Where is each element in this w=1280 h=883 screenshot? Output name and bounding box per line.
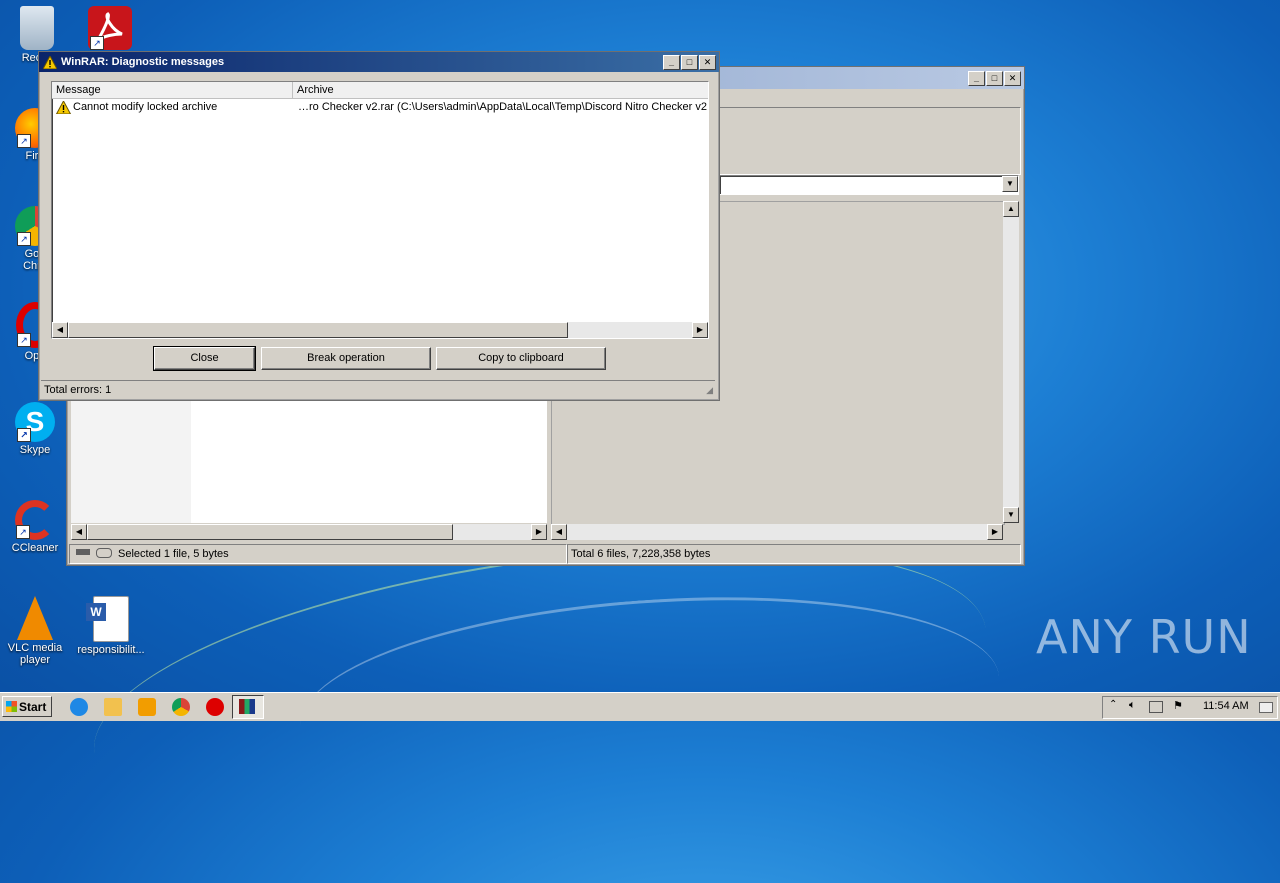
windows-logo-icon <box>6 701 17 712</box>
scroll-down-icon[interactable]: ▼ <box>1003 507 1019 523</box>
right-pane-hscroll[interactable]: ◀ ▶ <box>551 524 1003 540</box>
network-icon[interactable] <box>1149 701 1163 713</box>
desktop-icon-label: CCleaner <box>11 542 59 554</box>
shortcut-arrow-icon: ↗ <box>90 36 104 50</box>
left-pane-hscroll[interactable]: ◀ ▶ <box>71 524 547 540</box>
dialog-title: WinRAR: Diagnostic messages <box>61 56 225 68</box>
taskbar: Start ⌃ 🔈︎ ⚑ 11:54 AM <box>0 692 1280 721</box>
key-icon <box>96 548 112 558</box>
shortcut-arrow-icon: ↗ <box>17 333 31 347</box>
messages-list[interactable]: Message Archive Cannot modify locked arc… <box>51 81 709 339</box>
scroll-right-icon[interactable]: ▶ <box>531 524 547 540</box>
scroll-right-icon[interactable]: ▶ <box>692 322 708 338</box>
status-selected-text: Selected 1 file, 5 bytes <box>118 548 229 560</box>
maximize-button[interactable]: □ <box>681 54 698 70</box>
taskbar-winrar-button[interactable] <box>232 695 264 719</box>
flag-icon[interactable]: ⚑ <box>1173 699 1183 712</box>
drive-icon <box>76 549 90 555</box>
show-desktop-icon[interactable] <box>1259 702 1273 713</box>
resize-grip-icon[interactable]: ◢ <box>706 385 713 396</box>
vlc-icon <box>17 596 53 640</box>
opera-icon[interactable] <box>206 698 224 716</box>
clock[interactable]: 11:54 AM <box>1203 700 1249 712</box>
copy-to-clipboard-button[interactable]: Copy to clipboard <box>436 347 606 370</box>
system-tray: ⌃ 🔈︎ ⚑ 11:54 AM <box>1102 696 1278 719</box>
total-errors-text: Total errors: 1 <box>44 384 112 396</box>
status-bar-right: Total 6 files, 7,228,358 bytes <box>567 544 1021 564</box>
status-bar-left: Selected 1 file, 5 bytes <box>69 544 567 564</box>
info-panel <box>719 107 1021 175</box>
dropdown-arrow-icon[interactable]: ▼ <box>1002 176 1018 192</box>
message-cell: Cannot modify locked archive <box>73 101 218 113</box>
column-header-archive[interactable]: Archive <box>293 82 708 99</box>
scroll-left-icon[interactable]: ◀ <box>52 322 68 338</box>
shortcut-arrow-icon: ↗ <box>17 134 31 148</box>
scroll-thumb[interactable] <box>87 524 453 540</box>
start-label: Start <box>19 700 47 714</box>
close-window-button[interactable]: ✕ <box>1004 70 1021 86</box>
warning-icon <box>56 101 71 114</box>
right-pane-vscroll[interactable]: ▲ ▼ <box>1003 201 1019 523</box>
ccleaner-icon: ↗ <box>15 500 55 540</box>
media-player-icon[interactable] <box>138 698 156 716</box>
archive-cell: …ro Checker v2.rar (C:\Users\admin\AppDa… <box>298 101 708 113</box>
minimize-button[interactable]: _ <box>663 54 680 70</box>
table-row[interactable]: Cannot modify locked archive …ro Checker… <box>52 99 708 117</box>
start-button[interactable]: Start <box>2 696 52 717</box>
diagnostic-dialog: WinRAR: Diagnostic messages _ □ ✕ Messag… <box>38 51 720 401</box>
messages-hscroll[interactable]: ◀ ▶ <box>52 322 708 338</box>
dialog-status-bar: Total errors: 1 ◢ <box>41 380 715 398</box>
desktop-icon-label: Skype <box>19 444 51 456</box>
desktop-icon-label: VLC media player <box>7 642 63 666</box>
desktop-icon-vlc[interactable]: VLC media player <box>0 596 70 666</box>
acrobat-icon: ↗ <box>88 6 132 50</box>
dialog-titlebar: WinRAR: Diagnostic messages _ □ ✕ <box>39 52 719 72</box>
desktop-icon-ccleaner[interactable]: ↗ CCleaner <box>0 500 70 554</box>
column-header-label: Message <box>56 84 101 96</box>
winrar-icon <box>239 699 255 714</box>
scroll-left-icon[interactable]: ◀ <box>71 524 87 540</box>
window-controls: _ □ ✕ <box>663 54 716 70</box>
volume-icon[interactable]: 🔈︎ <box>1129 699 1136 712</box>
window-controls: _ □ ✕ <box>968 70 1021 86</box>
desktop-icon-skype[interactable]: S ↗ Skype <box>0 402 70 456</box>
close-button[interactable]: Close <box>153 346 256 371</box>
break-operation-button[interactable]: Break operation <box>261 347 431 370</box>
ie-icon[interactable] <box>70 698 88 716</box>
scroll-up-icon[interactable]: ▲ <box>1003 201 1019 217</box>
status-total-text: Total 6 files, 7,228,358 bytes <box>571 548 711 560</box>
scroll-right-icon[interactable]: ▶ <box>987 524 1003 540</box>
column-header-label: Archive <box>297 84 334 96</box>
anyrun-watermark: ANY RUN <box>1036 610 1252 664</box>
folder-tree-pane[interactable] <box>71 401 547 523</box>
maximize-button[interactable]: □ <box>986 70 1003 86</box>
scroll-left-icon[interactable]: ◀ <box>551 524 567 540</box>
warning-icon <box>43 55 57 69</box>
path-dropdown[interactable]: ▼ <box>719 175 1019 195</box>
skype-icon: S ↗ <box>15 402 55 442</box>
desktop-icon-acrobat[interactable]: ↗ <box>75 6 145 52</box>
minimize-button[interactable]: _ <box>968 70 985 86</box>
close-window-button[interactable]: ✕ <box>699 54 716 70</box>
chrome-icon[interactable] <box>172 698 190 716</box>
explorer-icon[interactable] <box>104 698 122 716</box>
tray-expand-icon[interactable]: ⌃ <box>1109 699 1117 710</box>
scroll-thumb[interactable] <box>68 322 568 338</box>
desktop-icon-label: responsibilit... <box>77 644 145 656</box>
shortcut-arrow-icon: ↗ <box>17 428 31 442</box>
column-header-message[interactable]: Message <box>52 82 293 99</box>
desktop-icon-word-doc[interactable]: W responsibilit... <box>76 596 146 656</box>
recycle-bin-icon <box>20 6 54 50</box>
shortcut-arrow-icon: ↗ <box>17 232 31 246</box>
shortcut-arrow-icon: ↗ <box>16 525 30 539</box>
word-document-icon: W <box>86 596 129 642</box>
